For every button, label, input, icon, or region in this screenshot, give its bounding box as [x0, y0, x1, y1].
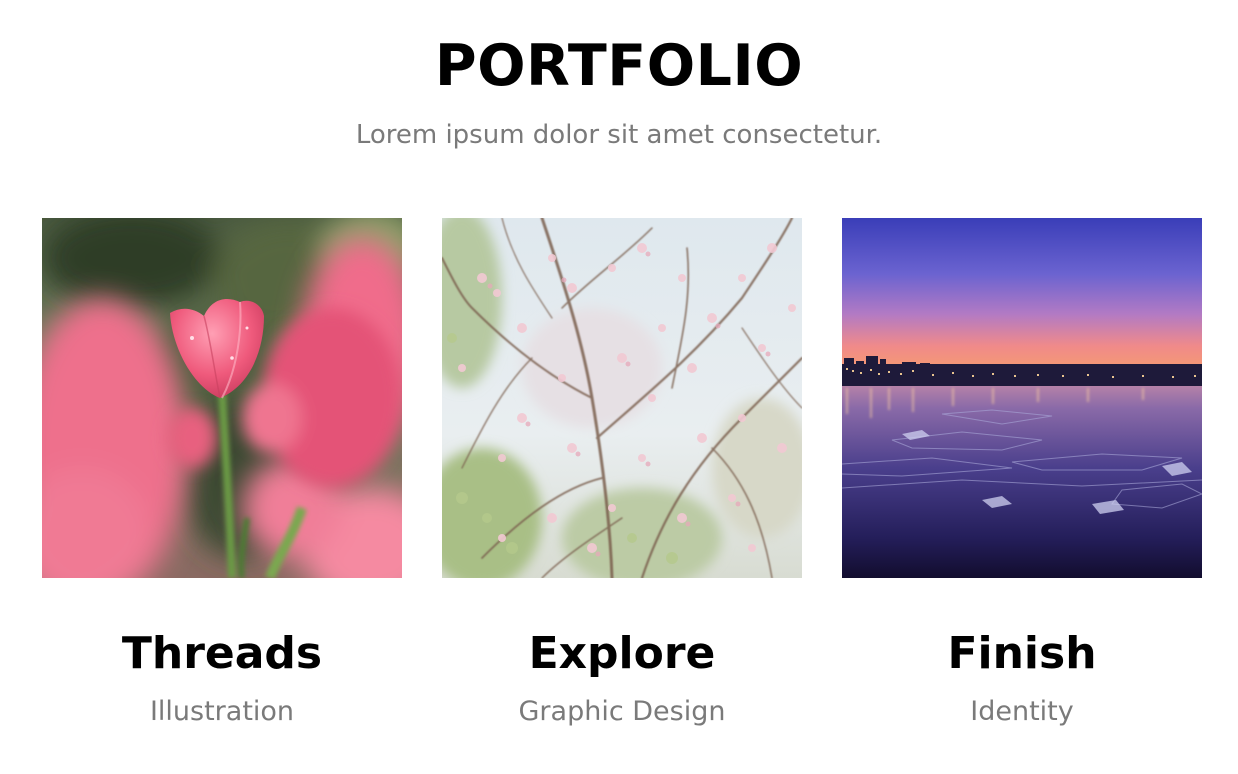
- portfolio-item-finish[interactable]: Finish Identity: [842, 218, 1202, 727]
- portfolio-item-category: Identity: [970, 696, 1074, 727]
- portfolio-item-explore[interactable]: Explore Graphic Design: [442, 218, 802, 727]
- pink-tulips-photo: [42, 218, 402, 578]
- portfolio-item-title: Finish: [947, 628, 1097, 679]
- portfolio-item-category: Graphic Design: [518, 696, 726, 727]
- portfolio-item-threads[interactable]: Threads Illustration: [42, 218, 402, 727]
- portfolio-item-category: Illustration: [149, 696, 295, 727]
- page-subtitle: Lorem ipsum dolor sit amet consectetur.: [355, 120, 883, 150]
- portfolio-item-title: Threads: [121, 628, 323, 679]
- cherry-blossom-branches-photo: [442, 218, 802, 578]
- page-title: PORTFOLIO: [434, 33, 804, 99]
- portfolio-image-link[interactable]: [442, 218, 802, 578]
- city-skyline-dusk-river-photo: [842, 218, 1202, 578]
- portfolio-image-link[interactable]: [42, 218, 402, 578]
- portfolio-item-title: Explore: [528, 628, 716, 679]
- portfolio-image-link[interactable]: [842, 218, 1202, 578]
